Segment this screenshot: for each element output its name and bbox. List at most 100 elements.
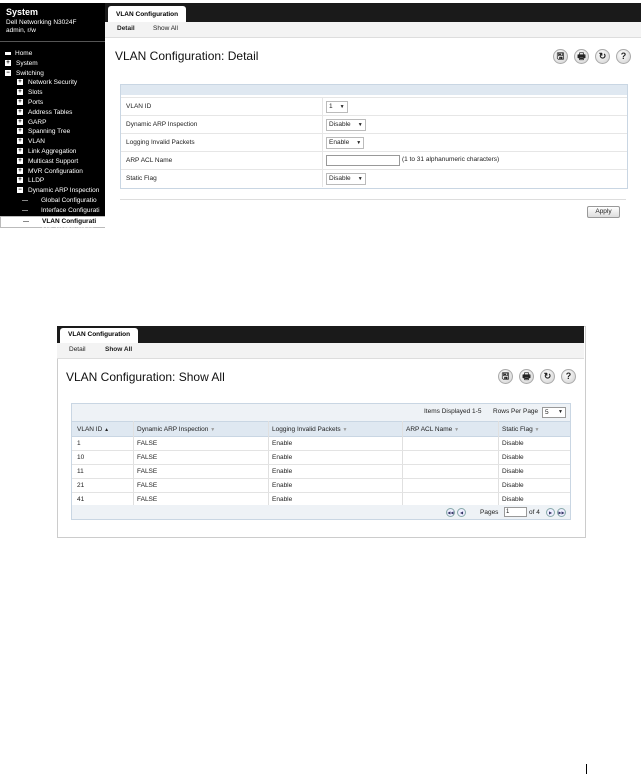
tab-vlan-configuration[interactable]: VLAN Configuration: [60, 328, 139, 343]
logging-select[interactable]: Enable ▼: [326, 137, 365, 149]
sidebar-item-label: Link Aggregation: [28, 148, 77, 155]
expand-icon[interactable]: +: [17, 99, 23, 105]
refresh-icon[interactable]: ↻: [595, 49, 610, 64]
table-cell: Enable: [272, 482, 293, 489]
apply-button[interactable]: Apply: [587, 206, 620, 218]
prev-page-icon[interactable]: ◀: [457, 508, 466, 517]
last-page-icon[interactable]: ▶▶: [557, 508, 566, 517]
sidebar-item-label: VLAN: [28, 138, 45, 146]
expand-icon[interactable]: +: [17, 79, 23, 86]
col-arp-acl[interactable]: ARP ACL Name ▼: [406, 426, 459, 433]
field-label: Dynamic ARP Inspection: [126, 121, 198, 128]
table-toolbar: Items Displayed 1-5 Rows Per Page 5 ▼: [72, 404, 570, 421]
table-cell: FALSE: [137, 440, 158, 447]
arp-acl-name-input[interactable]: [326, 155, 400, 166]
collapse-icon[interactable]: −: [5, 69, 11, 76]
table-cell: Enable: [272, 468, 293, 475]
sidebar-item[interactable]: − Dynamic ARP Inspection: [0, 186, 105, 195]
table-row[interactable]: 1 FALSE Enable Disable: [72, 436, 570, 451]
expand-icon[interactable]: +: [17, 128, 23, 135]
print-icon[interactable]: 🖶: [574, 49, 589, 64]
subtab-bar: Detail Show All: [105, 22, 641, 38]
collapse-icon[interactable]: −: [17, 187, 23, 194]
page-input[interactable]: 1: [504, 507, 527, 517]
subtab-detail[interactable]: Detail: [69, 346, 86, 353]
sort-icon: ▼: [342, 427, 348, 433]
tab-bar: VLAN Configuration: [57, 326, 584, 343]
save-icon[interactable]: 🖫: [498, 369, 513, 384]
static-flag-select[interactable]: Disable ▼: [326, 173, 366, 185]
table-cell: 21: [77, 482, 85, 489]
sidebar-item[interactable]: + Slots: [0, 88, 105, 97]
table-cell: 11: [77, 468, 84, 475]
sidebar-item[interactable]: ACL Configuration: [0, 225, 105, 228]
sidebar-item[interactable]: + System: [0, 59, 105, 68]
sidebar-item-label: Spanning Tree: [28, 128, 71, 136]
sidebar-item[interactable]: − Switching: [0, 69, 105, 78]
expand-icon[interactable]: +: [17, 148, 23, 154]
expand-icon[interactable]: +: [5, 59, 11, 66]
expand-icon[interactable]: +: [17, 108, 23, 115]
refresh-icon[interactable]: ↻: [540, 369, 555, 384]
sidebar-item[interactable]: + Address Tables: [0, 108, 105, 117]
chevron-down-icon: ▼: [356, 140, 362, 146]
expand-icon[interactable]: +: [17, 167, 23, 174]
expand-icon[interactable]: +: [17, 138, 23, 145]
device-name: Dell Networking N3024F: [6, 19, 77, 26]
table-cell: Disable: [502, 468, 524, 475]
sidebar-item-label: ACL Configuration: [41, 225, 94, 228]
table-header: VLAN ID ▲ Dynamic ARP Inspection ▼ Loggi…: [72, 421, 570, 437]
page-title: VLAN Configuration: Show All: [66, 370, 225, 384]
field-hint: (1 to 31 alphanumeric characters): [402, 156, 500, 163]
table-row[interactable]: 21 FALSE Enable Disable: [72, 478, 570, 493]
sort-icon: ▼: [454, 427, 460, 433]
subtab-show-all[interactable]: Show All: [153, 25, 178, 32]
sidebar-item[interactable]: + Spanning Tree: [0, 127, 105, 136]
first-page-icon[interactable]: ◀◀: [446, 508, 455, 517]
field-label: Logging Invalid Packets: [126, 139, 195, 146]
sort-icon: ▼: [210, 427, 216, 433]
help-icon[interactable]: ?: [561, 369, 576, 384]
table-row[interactable]: 11 FALSE Enable Disable: [72, 464, 570, 479]
expand-icon[interactable]: +: [17, 177, 23, 184]
rows-per-page-select[interactable]: 5 ▼: [542, 407, 566, 418]
sidebar-item[interactable]: Interface Configurati: [0, 206, 105, 215]
subtab-detail[interactable]: Detail: [117, 25, 135, 32]
subtab-show-all[interactable]: Show All: [105, 346, 132, 353]
help-icon[interactable]: ?: [616, 49, 631, 64]
dai-select[interactable]: Disable ▼: [326, 119, 366, 131]
expand-icon[interactable]: +: [17, 157, 23, 164]
tree-connector: [23, 220, 29, 222]
vlan-id-select[interactable]: 1 ▼: [326, 101, 348, 113]
table-cell: Enable: [272, 440, 293, 447]
tab-bar: VLAN Configuration: [105, 3, 641, 24]
expand-icon[interactable]: +: [17, 89, 23, 96]
chevron-down-icon: ▼: [339, 104, 345, 110]
next-page-icon[interactable]: ▶: [546, 508, 555, 517]
col-logging[interactable]: Logging Invalid Packets ▼: [272, 426, 347, 433]
sidebar-item[interactable]: + MVR Configuration: [0, 167, 105, 176]
sidebar-item[interactable]: + GARP: [0, 118, 105, 127]
print-icon[interactable]: 🖶: [519, 369, 534, 384]
detail-screenshot: System Dell Networking N3024F admin, r/w…: [0, 0, 641, 228]
sidebar-item[interactable]: + Ports: [0, 98, 105, 107]
sidebar-item[interactable]: + VLAN: [0, 137, 105, 146]
sidebar-item[interactable]: Home: [0, 49, 105, 58]
table-cell: 41: [77, 496, 85, 503]
table-cell: FALSE: [137, 454, 158, 461]
sidebar-item[interactable]: + LLDP: [0, 176, 105, 185]
col-static-flag[interactable]: Static Flag ▼: [502, 426, 539, 433]
save-icon[interactable]: 🖫: [553, 49, 568, 64]
tree-connector: [22, 209, 28, 211]
sidebar-title: System: [6, 7, 39, 17]
col-dai[interactable]: Dynamic ARP Inspection ▼: [137, 426, 215, 433]
table-row[interactable]: 10 FALSE Enable Disable: [72, 450, 570, 465]
sidebar-item[interactable]: + Network Security: [0, 78, 105, 87]
sidebar-item[interactable]: Global Configuratio: [0, 196, 105, 205]
sidebar-item[interactable]: + Multicast Support: [0, 157, 105, 166]
expand-icon[interactable]: +: [17, 118, 23, 125]
subtab-bar: Detail Show All: [57, 343, 584, 359]
device-info: Dell Networking N3024F admin, r/w: [6, 19, 76, 35]
col-vlan-id[interactable]: VLAN ID ▲: [77, 426, 109, 433]
sidebar-item[interactable]: + Link Aggregation: [0, 147, 105, 156]
